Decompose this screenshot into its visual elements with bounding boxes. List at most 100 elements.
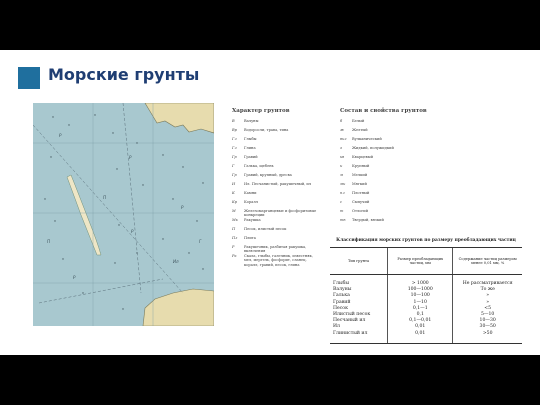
legend-desc: Жидкий, полужидкий xyxy=(352,146,394,150)
legend-desc: Крупный xyxy=(352,164,370,168)
legend-row: К Камни xyxy=(232,191,318,200)
legend-desc: Песок, илистый песок xyxy=(244,227,287,231)
legend-desc: Гравий, крупный, дресва xyxy=(244,173,292,177)
legend-abbr: к xyxy=(340,164,343,168)
legend-desc: Валуны xyxy=(244,119,259,123)
table-cell: > 1000 xyxy=(387,274,453,288)
legend-abbr: К xyxy=(232,191,235,195)
legend-abbr: тв xyxy=(340,218,346,222)
legend-abbr: В xyxy=(232,119,235,123)
legend-abbr: Кр xyxy=(232,200,238,204)
legend-abbr: Р xyxy=(232,245,235,249)
legend-abbr: Рк xyxy=(232,254,237,258)
legend-row: к Крупный xyxy=(340,164,428,173)
legend-abbr: Гл xyxy=(232,137,237,141)
map-label: П xyxy=(47,239,50,244)
legend-desc: Кварцевый xyxy=(352,155,373,159)
legend-desc: Плотный xyxy=(352,191,370,195)
legend-abbr: Гл xyxy=(232,146,237,150)
legend-desc: Плита xyxy=(244,236,256,240)
legend-desc: Желтый xyxy=(352,128,368,132)
legend-abbr: вкл xyxy=(340,137,347,141)
legend-row: Мк Ракушка xyxy=(232,218,318,227)
legend-row: П Песок, илистый песок xyxy=(232,227,318,236)
legend-abbr: ж xyxy=(340,128,345,132)
legend-row: Пл Плита xyxy=(232,236,318,245)
legend-row: В Валуны xyxy=(232,119,318,128)
legend-row: ж Желтый xyxy=(340,128,428,137)
legend-row: Вр Водоросли, трава, тина xyxy=(232,128,318,137)
legend-soil-character-header: Характер грунтов xyxy=(232,108,290,114)
table-cell: 0,01 xyxy=(387,330,453,344)
legend-desc: Ракушка xyxy=(244,218,261,222)
column-header: Содержание частиц размером менее 0,01 мм… xyxy=(452,247,522,275)
legend-row: вкл Вулканический xyxy=(340,137,428,146)
legend-abbr: Г xyxy=(232,164,235,168)
legend-row: Р Ракушечник, разбитая ракушка, включения xyxy=(232,245,318,254)
legend-row: пл Плотный xyxy=(340,191,428,200)
legend-row: Г Галька, щебень xyxy=(232,164,318,173)
legend-abbr: П xyxy=(232,227,236,231)
legend-row: Рк Скала, глыбы, галечник, известняк, мел… xyxy=(232,254,318,267)
legend-desc: Водоросли, трава, тина xyxy=(244,128,289,132)
legend-desc: Гравий xyxy=(244,155,258,159)
legend-desc: Твердый, вязкий xyxy=(352,218,384,222)
legend-abbr: м xyxy=(340,173,343,177)
legend-abbr: мк xyxy=(340,182,346,186)
map-label: Ил xyxy=(173,259,179,264)
legend-desc: Железомарганцевые и фосфоритовые конкрец… xyxy=(244,209,317,218)
legend-desc: Ил. Песчанистый, ракушечный, ил xyxy=(244,182,312,186)
table-cell: Не рассматривается xyxy=(452,274,522,288)
legend-desc: Отлогий xyxy=(352,209,369,213)
legend-row: т Отлогий xyxy=(340,209,428,218)
legend-row: з Жидкий, полужидкий xyxy=(340,146,428,155)
table-header-row: Тип грунта Размер преобладающих частиц, … xyxy=(330,247,522,275)
legend-abbr: Вр xyxy=(232,128,237,132)
legend-abbr: т xyxy=(340,209,344,213)
legend-row: б Белый xyxy=(340,119,428,128)
legend-desc: Коралл xyxy=(244,200,258,204)
legend-row: Гр Гравий xyxy=(232,155,318,164)
table-row: Глыбы > 1000 Не рассматривается xyxy=(330,274,522,288)
legend-abbr: пл xyxy=(340,191,345,195)
legend-row: с Сыпучий xyxy=(340,200,428,209)
legend-row: Гл Глина xyxy=(232,146,318,155)
legend-soil-character: Характер грунтов В Валуны Вр Водоросли, тр… xyxy=(232,108,318,267)
legend-abbr: з xyxy=(340,146,342,150)
legend-abbr: М xyxy=(232,209,236,213)
legend-row: Кр Коралл xyxy=(232,200,318,209)
legend-row: И Ил. Песчанистый, ракушечный, ил xyxy=(232,182,318,191)
legend-desc: Камни xyxy=(244,191,257,195)
legend-abbr: Пл xyxy=(232,236,238,240)
legend-row: Гр Гравий, крупный, дресва xyxy=(232,173,318,182)
nautical-chart-image: Р Р Р П Р П Ил Р Г xyxy=(33,103,214,326)
table-caption: Классификация морских грунтов по размеру… xyxy=(336,238,516,243)
legend-row: тв Твердый, вязкий xyxy=(340,218,428,227)
nautical-chart-drawing: Р Р Р П Р П Ил Р Г xyxy=(33,103,214,326)
table-cell: Глинистый ил xyxy=(330,330,388,344)
legend-desc: Мелкий xyxy=(352,173,368,177)
table-row: Глинистый ил 0,01 >50 xyxy=(330,330,522,344)
map-label: П xyxy=(103,195,106,200)
legend-desc: Глина xyxy=(244,146,256,150)
table-cell: >50 xyxy=(452,330,522,344)
legend-row: м Мелкий xyxy=(340,173,428,182)
legend-desc: Скала, глыбы, галечник, известняк, мел, … xyxy=(244,254,313,267)
legend-row: М Железомарганцевые и фосфоритовые конкре… xyxy=(232,209,318,218)
legend-soil-properties: Состав и свойства грунтов б Белый ж Желтый… xyxy=(340,108,428,227)
legend-abbr: И xyxy=(232,182,236,186)
table-cell: Глыбы xyxy=(333,281,350,286)
legend-row: кв Кварцевый xyxy=(340,155,428,164)
legend-soil-properties-header: Состав и свойства грунтов xyxy=(340,108,427,114)
slide-title: Морские грунты xyxy=(48,65,200,84)
legend-abbr: кв xyxy=(340,155,345,159)
legend-abbr: б xyxy=(340,119,343,123)
legend-abbr: Гр xyxy=(232,173,237,177)
legend-abbr: с xyxy=(340,200,343,204)
soil-classification-table: Классификация морских грунтов по размеру… xyxy=(330,238,522,344)
legend-row: Гл Глыбы xyxy=(232,137,318,146)
legend-row: мк Мягкий xyxy=(340,182,428,191)
slide: Морские грунты Р Р Р П Р П Ил Р Г Характ… xyxy=(0,50,540,355)
column-header: Размер преобладающих частиц, мм xyxy=(387,247,453,275)
legend-desc: Мягкий xyxy=(352,182,367,186)
